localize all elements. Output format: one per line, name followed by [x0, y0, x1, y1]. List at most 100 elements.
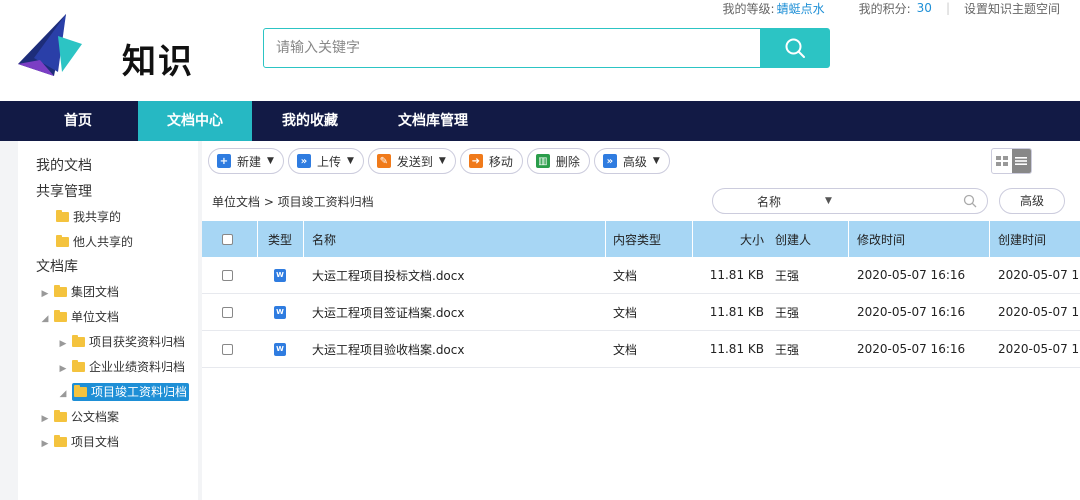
- row-checkbox-cell: [222, 257, 233, 293]
- row-checkbox[interactable]: [222, 269, 233, 281]
- sidebar-item-performance-archive[interactable]: ▶ 企业业绩资料归档: [18, 355, 198, 380]
- sidebar-item-label: 文档库: [36, 259, 78, 275]
- upload-icon: »: [296, 154, 311, 168]
- points-value[interactable]: 30: [917, 1, 932, 15]
- logo-mark-icon: [18, 14, 82, 76]
- row-checkbox[interactable]: [222, 306, 233, 318]
- sidebar-item-label: 企业业绩资料归档: [89, 360, 186, 374]
- level-value[interactable]: 蜻蜓点水: [777, 0, 825, 17]
- content-type: 文档: [613, 342, 638, 357]
- upload-label: 上传: [316, 154, 341, 169]
- creator: 王强: [775, 268, 800, 283]
- user-info: 我的等级: 蜻蜓点水 我的积分: 30 | 设置知识主题空间: [723, 0, 1060, 16]
- sidebar: 我的文档 共享管理 我共享的 他人共享的 文档库 ▶ 集团文档 ◢ 单位文档 ▶ 项目…: [18, 141, 198, 500]
- selected-node[interactable]: 项目竣工资料归档: [72, 383, 190, 401]
- folder-icon: [56, 209, 69, 222]
- header-content-type[interactable]: 内容类型: [613, 221, 661, 257]
- type-cell: W: [274, 331, 286, 367]
- sidebar-item-shared-mgmt[interactable]: 共享管理: [18, 180, 198, 205]
- sidebar-item-my-docs[interactable]: 我的文档: [18, 153, 198, 180]
- sidebar-item-label: 他人共享的: [73, 235, 134, 249]
- table-row[interactable]: W 大运工程项目验收档案.docx 文档 11.81 KB 王强 2020-05…: [202, 331, 1080, 368]
- sidebar-item-group-docs[interactable]: ▶ 集团文档: [18, 280, 198, 305]
- sidebar-item-label: 我的文档: [36, 158, 92, 174]
- send-to-button[interactable]: ✎ 发送到 ▼: [367, 148, 456, 174]
- caret-down-icon[interactable]: ▼: [825, 196, 832, 206]
- modified-time: 2020-05-07 16:16: [857, 268, 966, 282]
- list-view-button[interactable]: [1011, 149, 1031, 173]
- advanced-icon: »: [602, 154, 617, 168]
- sidebar-item-unit-docs[interactable]: ◢ 单位文档: [18, 305, 198, 330]
- settings-link[interactable]: 设置知识主题空间: [964, 0, 1060, 17]
- nav-doc-center[interactable]: 文档中心: [138, 101, 252, 141]
- word-doc-icon: W: [274, 342, 286, 356]
- nav-favorites[interactable]: 我的收藏: [268, 101, 352, 141]
- row-checkbox-cell: [222, 331, 233, 367]
- caret-right-icon[interactable]: ▶: [40, 282, 50, 307]
- sidebar-item-official-docs[interactable]: ▶ 公文档案: [18, 405, 198, 430]
- search-button[interactable]: [760, 29, 829, 67]
- sidebar-item-my-shared[interactable]: 我共享的: [18, 205, 198, 230]
- nav-library-mgmt[interactable]: 文档库管理: [386, 101, 480, 141]
- search-icon: [785, 38, 805, 58]
- view-toggle: [991, 148, 1032, 174]
- search-input[interactable]: [264, 29, 761, 67]
- send-icon: ✎: [376, 154, 391, 168]
- caret-right-icon[interactable]: ▶: [40, 407, 50, 432]
- header-created[interactable]: 创建时间: [998, 221, 1046, 257]
- advanced-search-button[interactable]: 高级: [999, 188, 1065, 214]
- search-bar: [263, 28, 830, 68]
- sidebar-item-project-docs[interactable]: ▶ 项目文档: [18, 430, 198, 455]
- header-type[interactable]: 类型: [268, 221, 292, 257]
- chevron-down-icon: ▼: [438, 156, 446, 166]
- creator: 王强: [775, 342, 800, 357]
- select-all-checkbox[interactable]: [222, 233, 233, 245]
- search-icon[interactable]: [963, 194, 977, 208]
- sidebar-item-label: 集团文档: [71, 285, 120, 299]
- logo[interactable]: 知识: [18, 14, 208, 82]
- file-name[interactable]: 大运工程项目验收档案.docx: [312, 331, 464, 367]
- move-button[interactable]: ➜ 移动: [459, 148, 523, 174]
- grid-view-button[interactable]: [992, 149, 1012, 173]
- created-time: 2020-05-07 16: [998, 268, 1080, 282]
- table-row[interactable]: W 大运工程项目投标文档.docx 文档 11.81 KB 王强 2020-05…: [202, 257, 1080, 294]
- header-name[interactable]: 名称: [312, 221, 336, 257]
- caret-right-icon[interactable]: ▶: [58, 357, 68, 382]
- sidebar-item-others-shared[interactable]: 他人共享的: [18, 230, 198, 255]
- type-cell: W: [274, 294, 286, 330]
- chevron-down-icon: ▼: [267, 156, 274, 166]
- advanced-menu-button[interactable]: » 高级 ▼: [593, 148, 670, 174]
- column-divider: [303, 221, 304, 257]
- breadcrumb[interactable]: 单位文档 > 项目竣工资料归档: [212, 193, 374, 210]
- file-name[interactable]: 大运工程项目投标文档.docx: [312, 257, 464, 293]
- header-size[interactable]: 大小: [692, 221, 764, 257]
- modified-time: 2020-05-07 16:16: [857, 342, 966, 356]
- nav-home[interactable]: 首页: [40, 101, 116, 141]
- sidebar-item-label: 公文档案: [71, 410, 120, 424]
- caret-right-icon[interactable]: ▶: [58, 332, 68, 357]
- table-row[interactable]: W 大运工程项目签证档案.docx 文档 11.81 KB 王强 2020-05…: [202, 294, 1080, 331]
- header-creator[interactable]: 创建人: [775, 221, 811, 257]
- content-type: 文档: [613, 305, 638, 320]
- sidebar-item-award-archive[interactable]: ▶ 项目获奖资料归档: [18, 330, 198, 355]
- upload-button[interactable]: » 上传 ▼: [287, 148, 364, 174]
- header-modified[interactable]: 修改时间: [857, 221, 905, 257]
- sidebar-item-completion-archive[interactable]: ◢ 项目竣工资料归档: [18, 380, 198, 405]
- folder-open-icon: [74, 384, 87, 397]
- row-checkbox[interactable]: [222, 343, 233, 355]
- points-label: 我的积分:: [858, 1, 911, 16]
- creator: 王强: [775, 305, 800, 320]
- toolbar: + 新建 ▼ » 上传 ▼ ✎ 发送到 ▼ ➜ 移动 ▥ 删除 » 高级 ▼: [208, 148, 670, 174]
- new-button[interactable]: + 新建 ▼: [208, 148, 284, 174]
- column-divider: [989, 221, 990, 257]
- caret-down-icon[interactable]: ◢: [58, 382, 68, 407]
- folder-open-icon: [54, 309, 67, 322]
- folder-icon: [54, 409, 67, 422]
- file-name[interactable]: 大运工程项目签证档案.docx: [312, 294, 464, 330]
- sidebar-item-library[interactable]: 文档库: [18, 255, 198, 280]
- caret-down-icon[interactable]: ◢: [40, 307, 50, 332]
- file-size: 11.81 KB: [709, 305, 764, 319]
- sort-field-select[interactable]: 名称: [713, 193, 825, 210]
- caret-right-icon[interactable]: ▶: [40, 432, 50, 457]
- delete-button[interactable]: ▥ 删除: [526, 148, 590, 174]
